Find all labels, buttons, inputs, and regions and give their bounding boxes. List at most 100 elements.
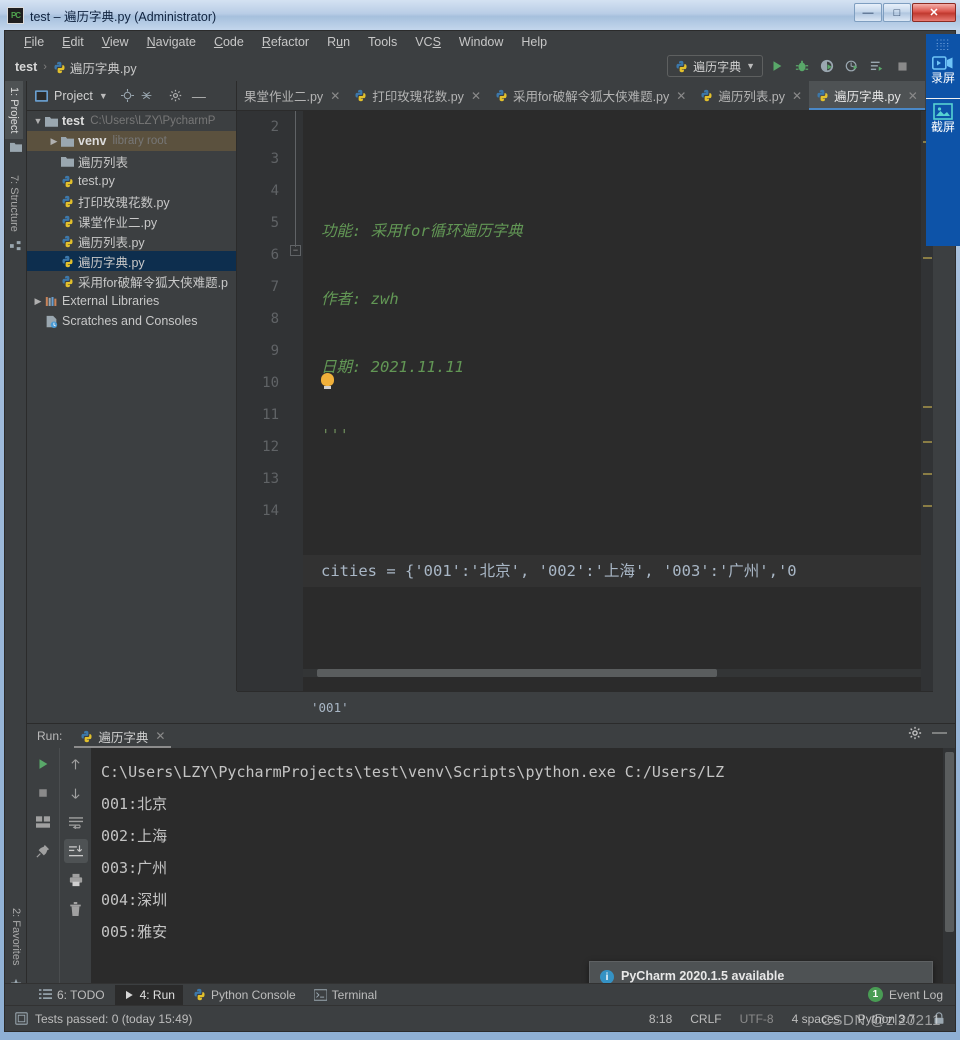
tree-node-test-py[interactable]: test.py (27, 171, 236, 191)
project-tree[interactable]: ▼ test C:\Users\LZY\PycharmP ▶ venv libr… (27, 111, 237, 691)
sidebar-item-favorites[interactable]: 2: Favorites (7, 902, 25, 971)
run-configuration-selector[interactable]: 遍历字典 ▼ (667, 55, 763, 77)
console-scrollbar[interactable] (943, 748, 955, 1005)
close-icon[interactable]: ✕ (155, 729, 165, 743)
menu-item-window[interactable]: Window (450, 31, 512, 53)
console-scrollbar-thumb[interactable] (945, 752, 954, 932)
tree-node-list-py[interactable]: 遍历列表.py (27, 231, 236, 251)
clear-all-button[interactable] (64, 897, 88, 921)
arrow-down-icon (71, 788, 80, 799)
tree-node-test-path: C:\Users\LZY\PycharmP (90, 115, 216, 127)
tool-button-terminal[interactable]: Terminal (306, 985, 385, 1005)
tree-node-list-folder[interactable]: 遍历列表 (27, 151, 236, 171)
close-icon[interactable]: ✕ (330, 89, 340, 103)
editor-tab-0[interactable]: 果堂作业二.py ✕ (237, 81, 347, 110)
layout-button[interactable] (31, 810, 55, 834)
menu-item-file[interactable]: File (15, 31, 53, 53)
expand-arrow-icon[interactable]: ▶ (47, 136, 61, 147)
tree-node-rose-py[interactable]: 打印玫瑰花数.py (27, 191, 236, 211)
status-encoding[interactable]: UTF-8 (740, 1012, 774, 1026)
tool-button-python-console[interactable]: Python Console (185, 985, 304, 1005)
close-icon[interactable]: ✕ (471, 89, 481, 103)
run-window-tab[interactable]: 遍历字典 ✕ (74, 724, 172, 748)
stop-button[interactable] (31, 781, 55, 805)
status-line-separator[interactable]: CRLF (690, 1012, 721, 1026)
editor-hscrollbar-track[interactable] (303, 669, 921, 677)
code-editor[interactable]: 2 3 4 5 6 7 8 9 10 11 12 13 14 − 功能: 采用f… (237, 111, 933, 691)
sidebar-item-structure[interactable]: 7: Structure (5, 169, 23, 238)
status-caret-position[interactable]: 8:18 (649, 1012, 672, 1026)
editor-tab-2[interactable]: 采用for破解令狐大侠难题.py ✕ (488, 81, 693, 110)
down-button[interactable] (64, 781, 88, 805)
screen-recorder-widget[interactable]: ∷∷ ∷∷ 录屏 截屏 (926, 34, 960, 246)
editor-tab-1[interactable]: 打印玫瑰花数.py ✕ (347, 81, 488, 110)
editor-tab-2-label: 采用for破解令狐大侠难题.py (513, 90, 670, 104)
folder-icon (61, 156, 74, 167)
menu-item-vcs[interactable]: VCS (406, 31, 450, 53)
window-controls[interactable]: — □ ✕ (853, 3, 956, 22)
event-log-button[interactable]: 1 Event Log (867, 987, 943, 1002)
scroll-to-end-button[interactable] (63, 839, 88, 863)
menu-item-run[interactable]: Run (318, 31, 359, 53)
tree-node-for-puzzle-py[interactable]: 采用for破解令狐大侠难题.p (27, 271, 236, 291)
menu-item-refactor[interactable]: Refactor (253, 31, 318, 53)
tool-button-run[interactable]: 4: Run (114, 984, 183, 1005)
tree-node-for-puzzle-py-label: 采用for破解令狐大侠难题.p (78, 275, 229, 290)
tool-button-todo[interactable]: 6: TODO (31, 985, 113, 1005)
editor-tab-3[interactable]: 遍历列表.py ✕ (693, 81, 809, 110)
up-button[interactable] (64, 752, 88, 776)
run-toolbar: 遍历字典 ▼ (667, 55, 913, 77)
close-icon[interactable]: ✕ (676, 89, 686, 103)
tree-node-test[interactable]: ▼ test C:\Users\LZY\PycharmP (27, 111, 236, 131)
settings-icon[interactable] (169, 89, 182, 102)
breadcrumb-project[interactable]: test (15, 60, 37, 74)
tree-node-external-libraries[interactable]: ▶ External Libraries (27, 291, 236, 311)
collapse-all-icon[interactable] (140, 89, 153, 102)
editor-hscrollbar-thumb[interactable] (317, 669, 717, 677)
locate-icon[interactable] (120, 89, 134, 102)
chevron-down-icon[interactable]: ▼ (99, 91, 108, 101)
minimize-icon[interactable]: — (932, 725, 947, 740)
record-screen-button[interactable]: 录屏 (926, 51, 960, 94)
lightbulb-icon[interactable] (321, 373, 334, 389)
close-button[interactable]: ✕ (912, 3, 956, 22)
close-icon[interactable]: ✕ (792, 89, 802, 103)
fold-collapse-icon[interactable]: − (290, 245, 301, 256)
debug-button[interactable] (791, 55, 813, 77)
run-anything-button[interactable] (866, 55, 888, 77)
profile-button[interactable] (841, 55, 863, 77)
sidebar-item-project[interactable]: 1: Project (5, 81, 23, 140)
tree-node-venv[interactable]: ▶ venv library root (27, 131, 236, 151)
run-coverage-button[interactable] (816, 55, 838, 77)
menu-item-tools[interactable]: Tools (359, 31, 406, 53)
drag-handle-icon[interactable]: ∷∷ ∷∷ (926, 34, 960, 53)
menu-item-navigate[interactable]: Navigate (138, 31, 205, 53)
menu-item-edit[interactable]: Edit (53, 31, 93, 53)
expand-arrow-icon[interactable]: ▼ (31, 116, 45, 126)
editor-tab-4[interactable]: 遍历字典.py ✕ (809, 81, 925, 110)
print-button[interactable] (64, 868, 88, 892)
hide-panel-icon[interactable]: — (192, 88, 206, 104)
close-icon[interactable]: ✕ (908, 89, 918, 103)
stop-button[interactable] (891, 55, 913, 77)
soft-wrap-button[interactable] (64, 810, 88, 834)
capture-screen-button[interactable]: 截屏 (926, 98, 960, 143)
tree-node-dict-py[interactable]: 遍历字典.py (27, 251, 236, 271)
expand-arrow-icon[interactable]: ▶ (31, 296, 45, 307)
minimize-button[interactable]: — (854, 3, 882, 22)
menu-item-code[interactable]: Code (205, 31, 253, 53)
breadcrumb-file[interactable]: 遍历字典.py (53, 58, 137, 77)
run-button[interactable] (766, 55, 788, 77)
rerun-button[interactable] (31, 752, 55, 776)
left-tool-stripe: 1: Project 7: Structure 2: Favorites (5, 81, 27, 1005)
pin-tab-button[interactable] (31, 839, 55, 863)
editor-fold-column[interactable]: − (289, 111, 303, 691)
menu-item-view[interactable]: View (93, 31, 138, 53)
tree-node-homework-py-label: 课堂作业二.py (78, 215, 158, 230)
tree-node-homework-py[interactable]: 课堂作业二.py (27, 211, 236, 231)
maximize-button[interactable]: □ (883, 3, 911, 22)
tree-node-scratches[interactable]: Scratches and Consoles (27, 311, 236, 331)
menu-item-help[interactable]: Help (512, 31, 556, 53)
gear-icon[interactable] (908, 726, 922, 740)
editor-text[interactable]: 功能: 采用for循环遍历字典 作者: zwh 日期: 2021.11.11 '… (303, 111, 933, 691)
